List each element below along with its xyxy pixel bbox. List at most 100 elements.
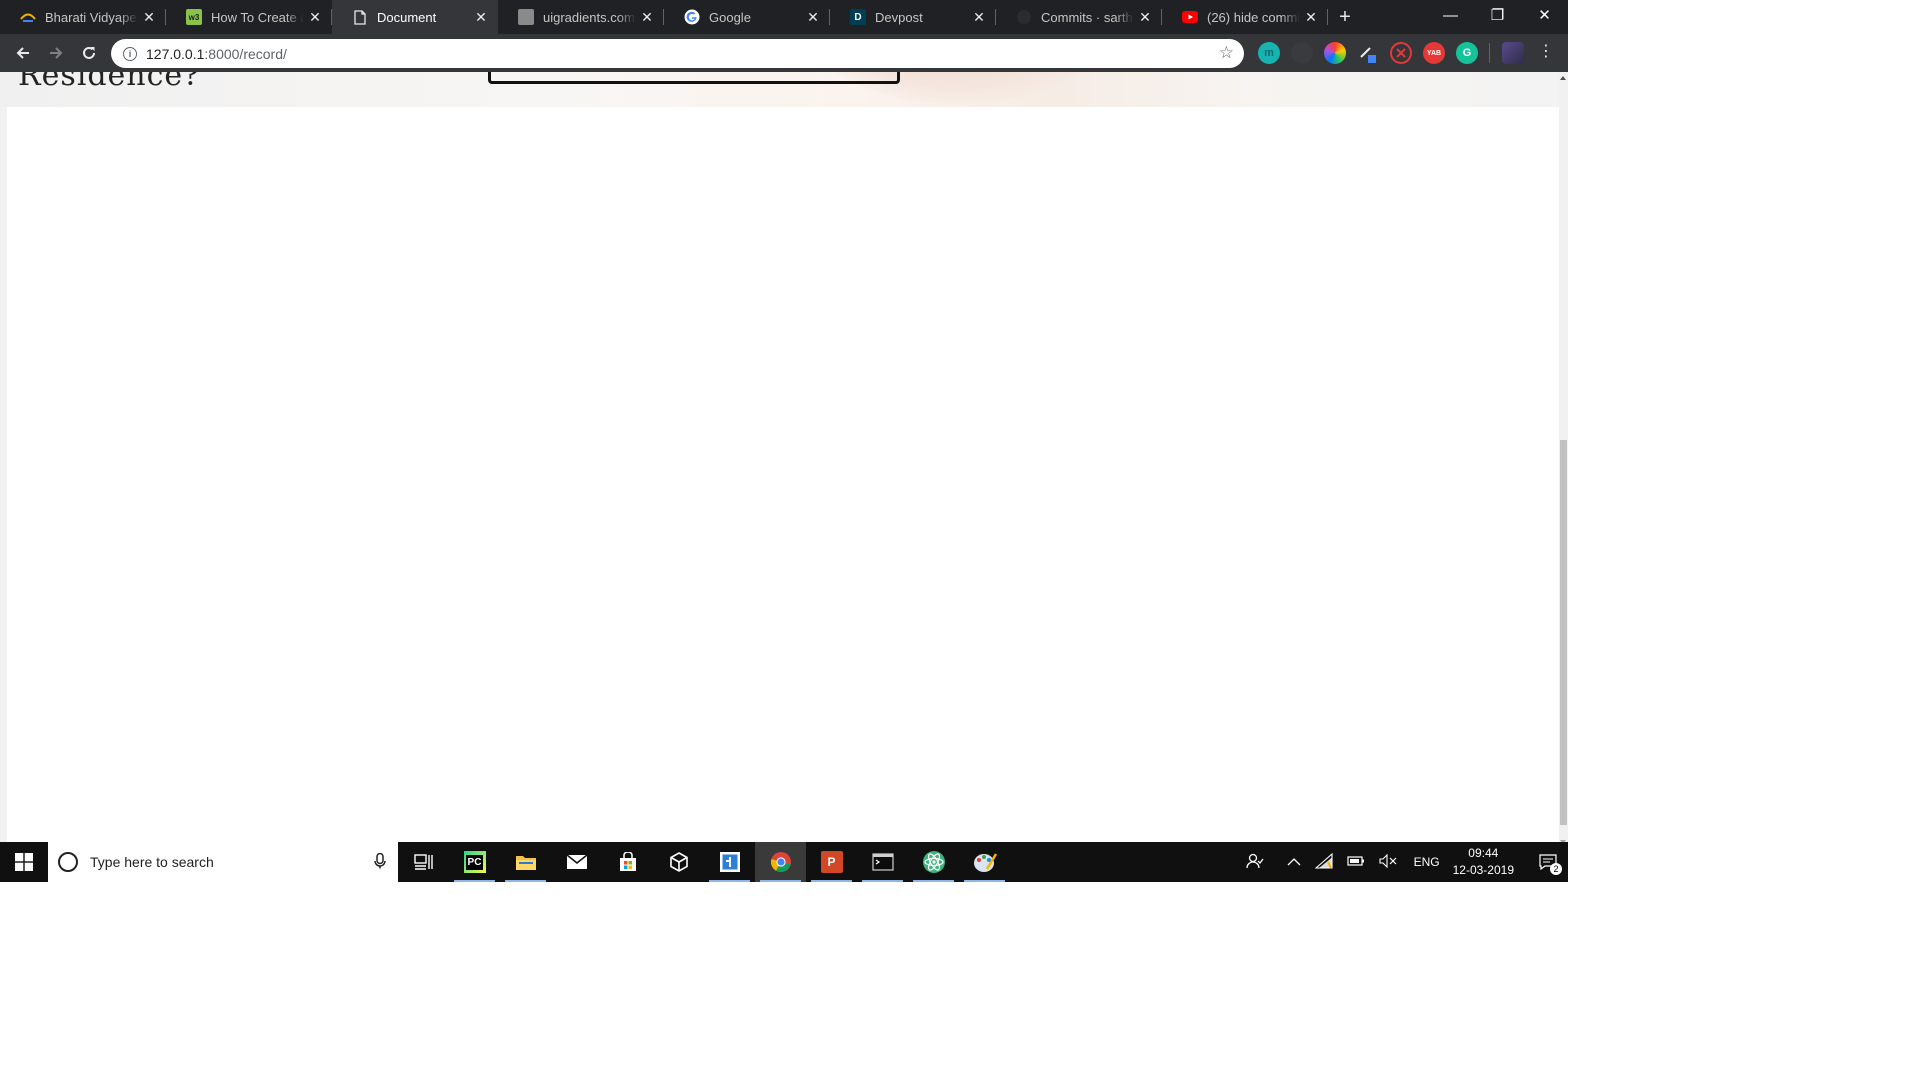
scrollbar-thumb[interactable] [1560,440,1567,825]
tab-devpost[interactable]: D Devpost ✕ [830,0,996,34]
w3-icon: w3 [186,9,202,25]
browser-menu-icon[interactable]: ⋮ [1538,44,1554,60]
color-wheel-ext-icon[interactable] [1324,42,1346,64]
forward-arrow-icon [49,47,62,59]
forward-button[interactable] [39,38,72,68]
tab-youtube[interactable]: (26) hide commits ✕ [1162,0,1328,34]
atom-icon[interactable] [908,842,959,882]
mail-icon[interactable] [551,842,602,882]
pen-ext-icon[interactable] [1357,42,1379,64]
tab-close-icon[interactable]: ✕ [470,9,492,26]
battery-icon[interactable] [1346,854,1365,870]
people-icon[interactable] [1245,853,1264,872]
hero-question-text: Residence? [18,72,201,93]
new-tab-button[interactable]: + [1328,0,1362,34]
devpost-icon: D [850,9,866,25]
tab-title: Bharati Vidyapeeth [45,9,138,25]
block-ext-icon[interactable] [1390,42,1412,64]
gray-square-icon [518,9,534,25]
tab-close-icon[interactable]: ✕ [1300,9,1322,26]
back-button[interactable] [6,38,39,68]
tab-strip: Bharati Vidyapeeth ✕ w3 How To Create a … [0,0,1568,34]
tab-close-icon[interactable]: ✕ [138,9,160,26]
address-bar[interactable]: i 127.0.0.1:8000/record/ ☆ [111,39,1244,68]
reload-icon [82,46,95,59]
action-center-button[interactable]: 2 [1528,842,1568,882]
cortana-icon [58,852,78,872]
tab-title: Commits · sarthak [1041,9,1134,25]
clock-date: 12-03-2019 [1452,863,1514,877]
profile-avatar-icon[interactable] [1502,42,1524,64]
tab-google[interactable]: Google ✕ [664,0,830,34]
windows-logo-icon [15,853,33,871]
pycharm-icon[interactable]: PC [449,842,500,882]
grammarly-ext-icon[interactable]: G [1456,42,1478,64]
tab-how-to-create[interactable]: w3 How To Create a Fi ✕ [166,0,332,34]
dark-ext-icon[interactable] [1291,42,1313,64]
start-button[interactable] [0,842,48,882]
tab-close-icon[interactable]: ✕ [1134,9,1156,26]
url-host: 127.0.0.1 [146,45,205,62]
minimize-icon[interactable]: — [1427,0,1474,30]
windows-taskbar: Type here to search PC P ENG 09:44 12-03… [0,842,1568,882]
chevron-up-icon[interactable] [1287,854,1301,870]
clock-time: 09:44 [1468,846,1499,860]
unity-icon[interactable] [653,842,704,882]
browser-toolbar: i 127.0.0.1:8000/record/ ☆ m YAB G ⋮ [0,34,1568,72]
toolbar-divider [1489,43,1490,63]
tab-uigradients[interactable]: uigradients.com ✕ [498,0,664,34]
wifi-icon[interactable] [1314,852,1333,872]
bv-logo-icon [20,9,36,25]
youtube-icon [1182,9,1198,25]
window-close-icon[interactable]: ✕ [1521,0,1568,30]
tab-title: Devpost [875,9,923,25]
back-arrow-icon [16,47,29,59]
search-placeholder: Type here to search [90,854,214,870]
tab-close-icon[interactable]: ✕ [304,9,326,26]
page-viewport: Residence? [0,72,1568,848]
extensions-bar: m YAB G [1258,42,1535,64]
reload-button[interactable] [72,38,105,68]
volume-muted-icon[interactable] [1379,853,1397,871]
terminal-icon[interactable] [857,842,908,882]
tab-close-icon[interactable]: ✕ [802,9,824,26]
window-controls: — ❐ ✕ [1427,0,1568,34]
tab-title: (26) hide commits [1207,9,1300,25]
sourcetree-icon[interactable] [704,842,755,882]
page-scrollbar[interactable] [1559,72,1568,848]
yab-ext-icon[interactable]: YAB [1423,42,1445,64]
scroll-up-icon[interactable] [1560,76,1566,80]
clock[interactable]: 09:44 12-03-2019 [1453,845,1514,879]
google-icon [684,9,700,25]
m-ext-icon[interactable]: m [1258,42,1280,64]
residence-input[interactable] [488,72,900,84]
tab-title: Document [377,9,437,25]
bookmark-star-icon[interactable]: ☆ [1219,43,1234,63]
tab-commits[interactable]: Commits · sarthak ✕ [996,0,1162,34]
tab-title: Google [709,9,751,25]
document-icon [352,9,368,25]
tab-title: uigradients.com [543,9,635,25]
tab-document[interactable]: Document ✕ [332,0,498,34]
hero-banner: Residence? [0,72,1559,107]
language-indicator[interactable]: ENG [1414,855,1440,869]
site-info-icon[interactable]: i [123,46,137,61]
powerpoint-icon[interactable]: P [806,842,857,882]
chrome-icon[interactable] [755,842,806,882]
tab-title: How To Create a Fi [211,9,304,25]
task-view-icon[interactable] [398,842,449,882]
tab-close-icon[interactable]: ✕ [968,9,990,26]
restore-icon[interactable]: ❐ [1474,0,1521,30]
paint-icon[interactable] [959,842,1010,882]
file-explorer-icon[interactable] [500,842,551,882]
microphone-icon[interactable] [374,852,386,872]
tab-bharati-vidyapeeth[interactable]: Bharati Vidyapeeth ✕ [0,0,166,34]
store-icon[interactable] [602,842,653,882]
notification-count: 2 [1550,863,1562,875]
github-icon [1016,9,1032,25]
page-left-edge [0,107,7,848]
system-tray: ENG 09:44 12-03-2019 2 [1239,842,1568,882]
taskbar-search[interactable]: Type here to search [48,842,398,882]
tab-close-icon[interactable]: ✕ [636,9,658,26]
url-path: :8000/record/ [204,45,287,62]
